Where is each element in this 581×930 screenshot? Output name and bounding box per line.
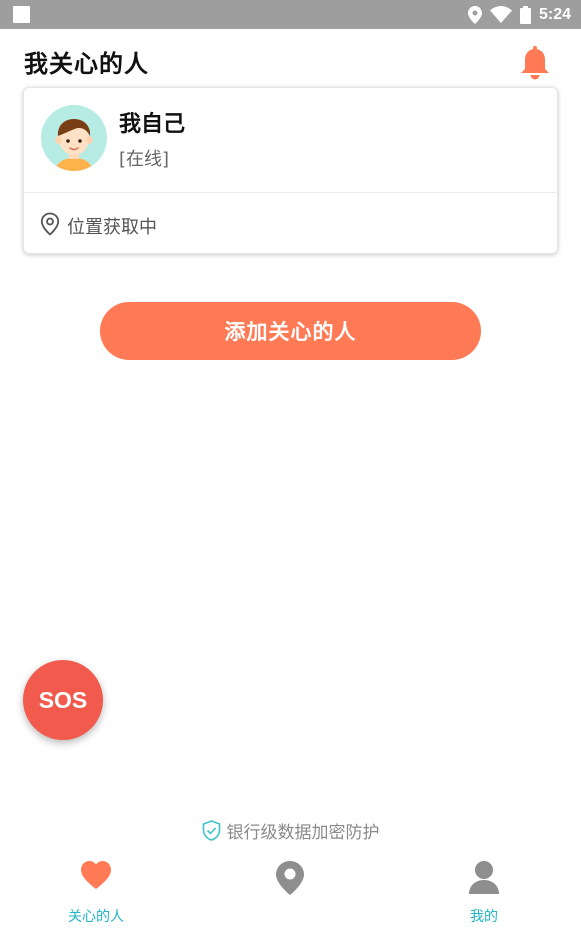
nav-item-care[interactable]: 关心的人	[36, 850, 156, 930]
add-person-button[interactable]: 添加关心的人	[100, 302, 481, 360]
nav-label-me: 我的	[470, 909, 498, 925]
sos-button[interactable]: SOS	[23, 660, 103, 740]
person-name: 我自己	[119, 112, 186, 137]
location-status-text: 位置获取中	[67, 217, 157, 238]
avatar	[41, 105, 107, 171]
status-time: 5:24	[538, 5, 571, 23]
card-divider	[24, 192, 557, 193]
security-note: 银行级数据加密防护	[0, 818, 581, 843]
person-card[interactable]: 我自己 [在线] 位置获取中	[23, 87, 558, 254]
map-pin-icon	[276, 861, 304, 895]
location-pin-icon	[40, 212, 60, 236]
nav-item-me[interactable]: 我的	[424, 850, 544, 930]
status-bar: 5:24	[0, 0, 581, 29]
page-title: 我关心的人	[24, 50, 149, 78]
security-note-text: 银行级数据加密防护	[226, 823, 380, 843]
bottom-nav: 关心的人 我的	[0, 850, 581, 930]
battery-icon	[519, 5, 531, 24]
notification-icon	[13, 6, 30, 23]
wifi-icon	[489, 6, 512, 23]
nav-item-map[interactable]	[230, 850, 350, 930]
status-icons: 5:24	[467, 0, 571, 29]
nav-label-care: 关心的人	[68, 909, 124, 925]
bell-icon[interactable]	[518, 45, 552, 81]
online-status: [在线]	[119, 149, 170, 170]
shield-check-icon	[202, 820, 220, 841]
location-status-icon	[467, 5, 482, 24]
heart-icon	[81, 861, 111, 889]
person-icon	[469, 861, 499, 894]
